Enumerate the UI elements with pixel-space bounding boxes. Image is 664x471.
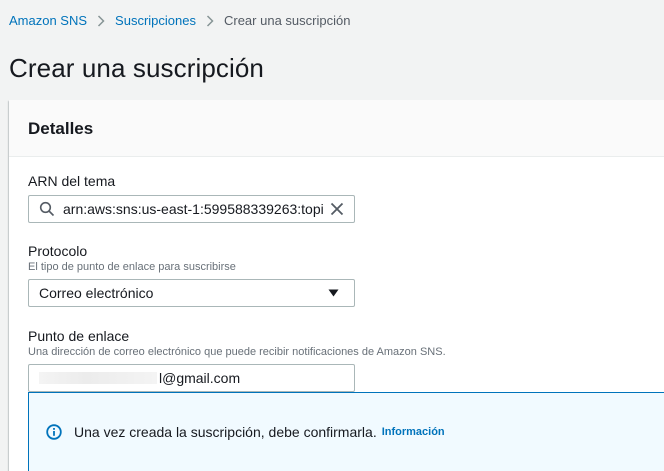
chevron-right-icon (97, 14, 105, 27)
protocol-description: El tipo de punto de enlace para suscribi… (28, 261, 236, 273)
breadcrumb-suscripciones[interactable]: Suscripciones (115, 13, 196, 28)
protocol-selected-value: Correo electrónico (39, 285, 154, 301)
topic-arn-value: arn:aws:sns:us-east-1:599588339263:topic… (63, 201, 324, 217)
info-alert: Una vez creada la suscripción, debe conf… (28, 392, 664, 471)
endpoint-input[interactable]: l@gmail.com (28, 364, 355, 392)
search-icon (39, 201, 55, 217)
endpoint-value: l@gmail.com (159, 370, 241, 386)
topic-arn-label: ARN del tema (28, 173, 116, 189)
protocol-select[interactable]: Correo electrónico (28, 279, 355, 307)
info-icon (46, 424, 62, 440)
breadcrumb: Amazon SNS Suscripciones Crear una suscr… (9, 13, 350, 28)
redacted-email-part (39, 372, 157, 384)
details-panel-header: Detalles (9, 100, 664, 157)
chevron-right-icon (206, 14, 214, 27)
caret-down-icon (328, 289, 339, 297)
info-link[interactable]: Información (382, 426, 445, 438)
breadcrumb-amazon-sns[interactable]: Amazon SNS (9, 13, 87, 28)
clear-icon[interactable] (330, 202, 344, 216)
protocol-label: Protocolo (28, 243, 88, 259)
page-title: Crear una suscripción (9, 53, 264, 83)
details-title: Detalles (28, 119, 94, 138)
details-panel: Detalles ARN del tema arn:aws:sns:us-eas… (9, 100, 664, 471)
endpoint-label: Punto de enlace (28, 328, 130, 344)
topic-arn-input[interactable]: arn:aws:sns:us-east-1:599588339263:topic… (28, 195, 355, 223)
breadcrumb-current: Crear una suscripción (223, 13, 351, 28)
endpoint-description: Una dirección de correo electrónico que … (28, 346, 446, 358)
alert-text: Una vez creada la suscripción, debe conf… (74, 424, 377, 440)
